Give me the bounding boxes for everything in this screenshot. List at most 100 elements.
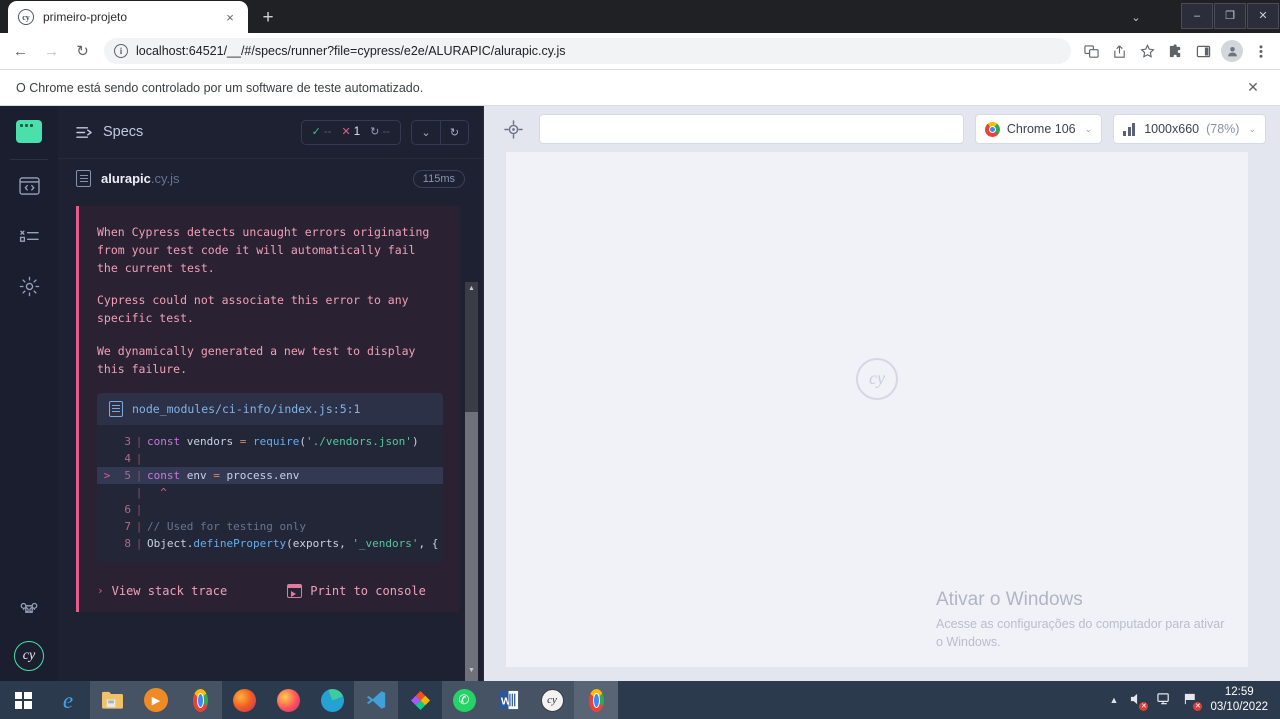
line-divider: | <box>135 519 143 533</box>
word-icon[interactable]: W <box>486 681 530 719</box>
chrome-active-icon[interactable] <box>574 681 618 719</box>
selector-playground-icon[interactable] <box>498 114 528 144</box>
chrome-logo-icon <box>984 121 1000 137</box>
sidebar-item-specs[interactable] <box>9 166 49 206</box>
code-file-path: node_modules/ci-info/index.js:5:1 <box>132 401 361 416</box>
bookmark-star-icon[interactable] <box>1134 38 1160 64</box>
chevron-down-icon[interactable]: ⌄ <box>1127 8 1145 26</box>
edge-icon[interactable] <box>310 681 354 719</box>
keyboard-shortcut-icon[interactable] <box>9 589 49 629</box>
whatsapp-icon[interactable]: ✆ <box>442 681 486 719</box>
print-to-console-button[interactable]: Print to console <box>287 583 426 598</box>
share-icon[interactable] <box>1106 38 1132 64</box>
new-tab-button[interactable]: + <box>254 3 282 31</box>
browser-tab[interactable]: cy primeiro-projeto × <box>8 1 248 33</box>
close-icon[interactable]: × <box>222 9 238 25</box>
preview-toolbar: Chrome 106 ⌄ 1000x660 (78%) ⌄ <box>484 106 1280 152</box>
project-window-icon[interactable] <box>16 120 42 143</box>
address-bar[interactable]: i localhost:64521/__/#/specs/runner?file… <box>104 38 1071 64</box>
stat-pending: ↻ -- <box>367 126 393 138</box>
cypress-icon: cy <box>18 9 34 25</box>
figma-icon[interactable] <box>398 681 442 719</box>
stat-passed: ✓ -- <box>309 126 335 138</box>
line-number: 4 <box>124 451 131 465</box>
page-title: Specs <box>103 124 144 140</box>
specs-panel: Specs ✓ -- ✕ 1 ↻ -- ⌄ ↻ alurapic.cy.js 1… <box>58 106 484 712</box>
maximize-button[interactable]: ❐ <box>1214 2 1246 29</box>
spec-row[interactable]: alurapic.cy.js 115ms <box>58 158 483 198</box>
stat-failed: ✕ 1 <box>338 126 363 138</box>
extensions-icon[interactable] <box>1162 38 1188 64</box>
stat-passed-value: -- <box>323 126 332 138</box>
specs-scrollbar[interactable]: ▲ ▼ <box>465 282 478 712</box>
check-icon: ✓ <box>311 125 321 138</box>
code-file-header[interactable]: node_modules/ci-info/index.js:5:1 <box>97 392 443 425</box>
file-explorer-icon[interactable] <box>90 681 134 719</box>
show-hidden-icons-icon[interactable]: ▲ <box>1110 695 1119 705</box>
windows-start-icon[interactable] <box>0 681 46 719</box>
cypress-watermark-logo: cy <box>856 357 898 400</box>
clock-date: 03/10/2022 <box>1210 701 1268 713</box>
network-icon[interactable] <box>1156 692 1172 709</box>
side-panel-icon[interactable] <box>1190 38 1216 64</box>
stat-failed-value: 1 <box>353 126 361 138</box>
url-text: localhost:64521/__/#/specs/runner?file=c… <box>136 44 566 58</box>
chevron-right-icon: › <box>97 584 104 598</box>
line-arrow <box>101 450 113 467</box>
firefox-dev-icon[interactable] <box>266 681 310 719</box>
aut-container: cy Ativar o Windows Acesse as configuraç… <box>484 152 1280 681</box>
cypress-logo[interactable]: cy <box>14 641 44 671</box>
translate-icon[interactable] <box>1078 38 1104 64</box>
scroll-down-arrow[interactable]: ▼ <box>465 664 478 677</box>
site-info-icon[interactable]: i <box>114 44 128 58</box>
action-center-flag-icon[interactable]: ✕ <box>1183 692 1203 711</box>
volume-muted-icon[interactable]: ✕ <box>1129 692 1149 711</box>
forward-button[interactable]: → <box>37 37 66 66</box>
view-stack-trace-button[interactable]: › View stack trace <box>97 584 227 598</box>
chevron-down-icon[interactable]: ⌄ <box>412 121 440 144</box>
specs-header: Specs ✓ -- ✕ 1 ↻ -- ⌄ ↻ <box>58 106 483 158</box>
muted-badge: ✕ <box>1139 701 1149 711</box>
app-under-test-frame[interactable]: cy Ativar o Windows Acesse as configuraç… <box>506 152 1248 667</box>
scroll-up-arrow[interactable]: ▲ <box>465 282 478 295</box>
system-tray: ▲ ✕ ✕ 12:59 03/10/2022 <box>1110 681 1280 719</box>
spec-name-text: alurapic <box>101 171 151 186</box>
aut-url-input[interactable] <box>539 114 964 144</box>
line-number <box>113 484 131 501</box>
line-divider: | <box>135 536 143 550</box>
minimize-button[interactable]: – <box>1181 2 1213 29</box>
firefox-icon[interactable] <box>222 681 266 719</box>
sidebar-item-settings[interactable] <box>9 266 49 306</box>
taskbar-clock[interactable]: 12:59 03/10/2022 <box>1210 685 1268 714</box>
viewport-selector[interactable]: 1000x660 (78%) ⌄ <box>1113 114 1266 144</box>
print-to-console-label: Print to console <box>310 583 426 598</box>
profile-avatar[interactable] <box>1221 40 1243 62</box>
back-button[interactable]: ← <box>6 37 35 66</box>
chrome-icon[interactable] <box>178 681 222 719</box>
cypress-icon[interactable]: cy <box>530 681 574 719</box>
tab-strip: cy primeiro-projeto × + ⌄ – ❐ ✕ <box>0 0 1280 33</box>
viewport-size: 1000x660 <box>1144 122 1200 136</box>
code-line: 6 | <box>97 501 443 518</box>
vscode-icon[interactable] <box>354 681 398 719</box>
spec-file-name: alurapic.cy.js <box>101 171 403 186</box>
line-number: 6 <box>124 502 131 516</box>
chrome-menu-icon[interactable] <box>1248 38 1274 64</box>
browser-selector[interactable]: Chrome 106 ⌄ <box>974 114 1103 144</box>
close-icon[interactable]: ✕ <box>1242 77 1264 99</box>
line-arrow <box>101 433 113 450</box>
line-number: 8 <box>124 536 131 550</box>
line-arrow: > <box>103 468 111 482</box>
media-player-icon[interactable]: ▶ <box>134 681 178 719</box>
close-button[interactable]: ✕ <box>1247 2 1279 29</box>
line-code: ^ <box>147 485 167 499</box>
sidebar-bottom: cy <box>0 589 58 671</box>
viewport-bars-icon <box>1123 122 1137 136</box>
reload-button[interactable]: ↻ <box>68 37 97 66</box>
view-stack-trace-label: View stack trace <box>111 583 228 598</box>
error-paragraph: When Cypress detects uncaught errors ori… <box>97 225 430 275</box>
internet-explorer-icon[interactable]: e <box>46 681 90 719</box>
file-icon <box>76 170 91 187</box>
rerun-icon[interactable]: ↻ <box>440 120 468 144</box>
sidebar-item-runs[interactable] <box>9 216 49 256</box>
